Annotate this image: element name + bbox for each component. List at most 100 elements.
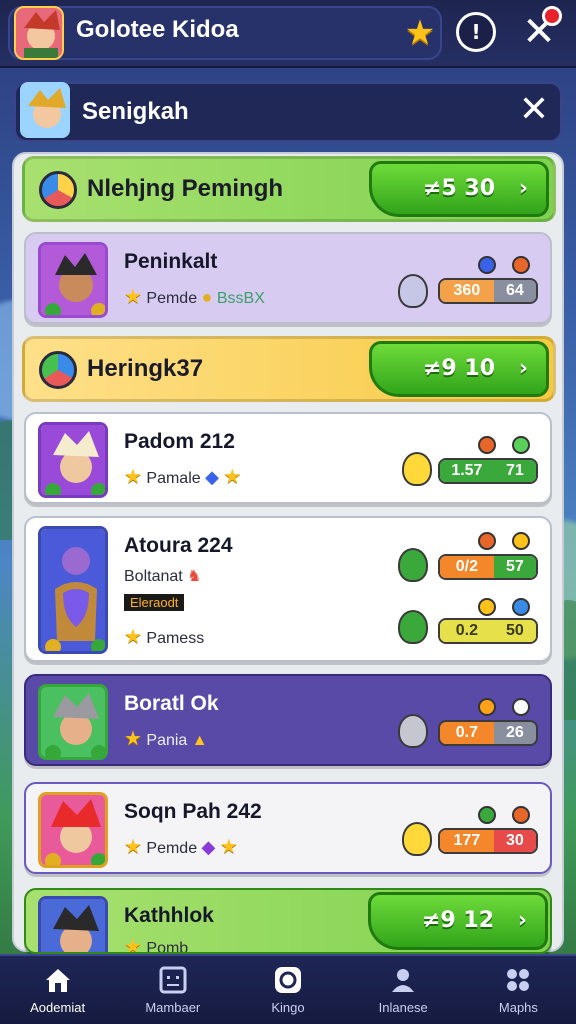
- hero-name: Kathhlok: [124, 904, 214, 927]
- info-icon[interactable]: !: [456, 12, 496, 52]
- hero-portrait: [38, 526, 108, 654]
- potion-icon: [402, 822, 432, 856]
- nav-item-ring[interactable]: Kingo: [230, 956, 345, 1024]
- hero-rank: Pamess: [146, 630, 205, 647]
- person-icon: [392, 969, 415, 992]
- section-header: Heringk37 ≠9 10 ›: [22, 336, 556, 402]
- section-go-button[interactable]: ≠9 10 ›: [369, 341, 549, 397]
- star-icon: ★: [124, 626, 142, 648]
- potion-icon: [398, 714, 428, 748]
- nav-label: Inlanese: [378, 1000, 428, 1015]
- hero-portrait: [38, 684, 108, 760]
- nav-item-member[interactable]: Mambaer: [115, 956, 230, 1024]
- player-avatar[interactable]: [14, 6, 64, 60]
- section-button-label: ≠5 30: [422, 176, 495, 201]
- hero-portrait: [38, 792, 108, 868]
- stat-b: 71: [493, 460, 536, 482]
- hero-rank: Pemde: [146, 290, 198, 307]
- subheader-title: Senigkah: [82, 98, 189, 125]
- nav-label: Aodemiat: [30, 1000, 86, 1015]
- stat-c: 0.2: [440, 620, 494, 642]
- section-go-button[interactable]: ≠9 12 ›: [368, 892, 548, 950]
- chest-icon: [478, 436, 496, 454]
- hero-rank: Pemde: [146, 840, 198, 857]
- ring-icon: [275, 967, 301, 993]
- hero-rank: Pania: [146, 732, 188, 749]
- bottom-nav: Aodemiat Mambaer Kingo Inlanese Maphs: [0, 954, 576, 1024]
- gem-section-icon: [39, 171, 77, 209]
- star-icon: ★: [124, 728, 142, 750]
- star-icon: ★: [124, 466, 142, 488]
- hero-rank: Pamale: [146, 470, 201, 487]
- close-panel-icon[interactable]: ✕: [512, 88, 556, 132]
- hero-face-icon: [41, 245, 105, 315]
- potion-icon: [398, 548, 428, 582]
- stat-bar: 360 64: [438, 278, 538, 304]
- face-icon: [159, 966, 187, 994]
- hero-rank: Pomb: [146, 940, 189, 954]
- stat-b: 26: [493, 722, 536, 744]
- hero-name: Padom 212: [124, 430, 235, 453]
- hero-card[interactable]: Atoura 224 Boltanat ♞ Eleraodt ★ Pamess …: [24, 516, 552, 662]
- hero-name: Soqn Pah 242: [124, 800, 262, 823]
- nav-item-home[interactable]: Aodemiat: [0, 956, 115, 1024]
- hero-card[interactable]: Kathhlok ★ Pomb ≠9 12 ›: [24, 888, 552, 954]
- ring-icon: [512, 698, 530, 716]
- stat-a: 0/2: [440, 556, 494, 578]
- chest-icon: [478, 806, 496, 824]
- flame-icon: ♞: [187, 568, 202, 585]
- hero-meta: ★ Pania ▲: [124, 726, 208, 751]
- star-icon[interactable]: ★: [400, 14, 440, 52]
- avatar-portrait-icon: [16, 8, 62, 58]
- grid-icon: [507, 969, 530, 991]
- section-header: Nlehjng Pemingh ≠5 30 ›: [22, 156, 556, 222]
- hero-card[interactable]: Soqn Pah 242 ★ Pemde ◆ ★ 177 30: [24, 782, 552, 874]
- fire-icon: [512, 256, 530, 274]
- star-icon: ★: [219, 836, 238, 858]
- app-title: Golotee Kidoa: [76, 16, 239, 43]
- chest-icon: [478, 532, 496, 550]
- hero-card[interactable]: Peninkalt ★ Pemde ● BssBX 360 64: [24, 232, 552, 324]
- nav-label: Mambaer: [145, 1000, 201, 1015]
- stat-bar: 0/2 57: [438, 554, 538, 580]
- hero-card[interactable]: Boratl Ok ★ Pania ▲ 0.7 26: [24, 674, 552, 766]
- sub-avatar: [20, 82, 70, 138]
- gem-section-icon: [39, 351, 77, 389]
- hero-face-icon: [41, 899, 105, 952]
- chevron-right-icon: ›: [517, 908, 527, 933]
- hero-portrait: [38, 896, 108, 952]
- ring-icon: [512, 806, 530, 824]
- hero-portrait: [38, 242, 108, 318]
- section-label: Nlehjng Pemingh: [87, 175, 284, 202]
- stat-bar: 0.2 50: [438, 618, 538, 644]
- hero-face-icon: [41, 795, 105, 865]
- gem-icon: ◆: [205, 467, 219, 487]
- hero-portrait: [38, 422, 108, 498]
- hero-card[interactable]: Padom 212 ★ Pamale ◆ ★ 1.57 71: [24, 412, 552, 504]
- hero-knight-icon: [41, 529, 105, 651]
- nav-item-profile[interactable]: Inlanese: [346, 956, 461, 1024]
- bell-icon: [512, 532, 530, 550]
- stat-a: 360: [440, 280, 494, 302]
- stat-bar: 1.57 71: [438, 458, 538, 484]
- stat-a: 0.7: [440, 722, 494, 744]
- ring-icon: [512, 436, 530, 454]
- hero-name: Peninkalt: [124, 250, 218, 273]
- star-icon: ★: [124, 936, 142, 954]
- hero-meta: ★ Pamess: [124, 624, 204, 649]
- hero-portrait-icon: [22, 84, 68, 136]
- flame-icon: ▲: [191, 732, 208, 749]
- chest-icon: [478, 698, 496, 716]
- stat-d: 50: [493, 620, 536, 642]
- hero-code: BssBX: [216, 290, 265, 307]
- nav-label: Kingo: [271, 1000, 305, 1015]
- section-go-button[interactable]: ≠5 30 ›: [369, 161, 549, 217]
- coin-icon: ●: [201, 287, 213, 307]
- chevron-right-icon: ›: [518, 356, 528, 381]
- potion-icon: [402, 452, 432, 486]
- hero-meta: ★ Pemde ◆ ★: [124, 834, 238, 859]
- nav-item-maps[interactable]: Maphs: [461, 956, 576, 1024]
- hero-class: Boltanat ♞: [124, 566, 202, 586]
- hero-meta: ★ Pemde ● BssBX: [124, 284, 265, 309]
- chevron-right-icon: ›: [518, 176, 528, 201]
